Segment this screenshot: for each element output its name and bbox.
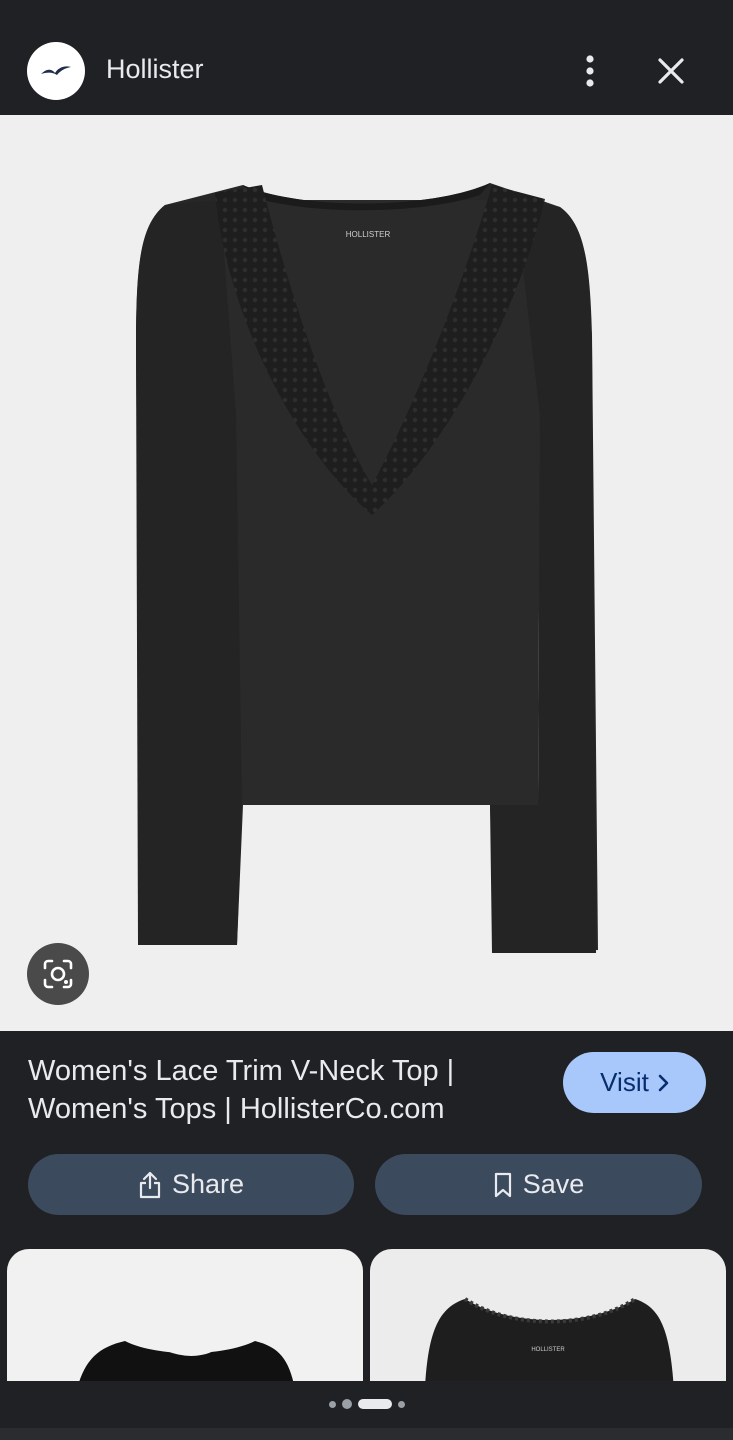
share-icon (139, 1171, 161, 1198)
related-product-image (77, 1341, 295, 1389)
chevron-right-icon (658, 1074, 669, 1091)
share-label: Share (171, 1169, 245, 1199)
google-lens-button[interactable] (27, 943, 89, 1005)
save-label: Save (522, 1169, 585, 1199)
visit-label: Visit (600, 1067, 649, 1097)
related-product-image: HOLLISTER (425, 1297, 674, 1389)
top-bar: Hollister (0, 0, 733, 115)
more-vert-icon (586, 55, 594, 87)
pager-dot-active[interactable] (357, 1399, 392, 1409)
pager-dot[interactable] (328, 1400, 336, 1408)
product-top-illustration: HOLLISTER (136, 183, 598, 953)
more-options-button[interactable] (574, 50, 606, 92)
google-lens-icon (43, 959, 73, 989)
bookmark-icon (494, 1172, 511, 1197)
result-title[interactable]: Women's Lace Trim V-Neck Top | Women's T… (28, 1052, 528, 1128)
hollister-seagull-icon (41, 66, 71, 75)
site-name: Hollister (106, 54, 204, 84)
system-gesture-bar (0, 1428, 733, 1440)
neck-label: HOLLISTER (531, 1347, 565, 1353)
product-image[interactable]: HOLLISTER (0, 115, 733, 1031)
pager-dot[interactable] (341, 1399, 352, 1409)
share-button[interactable]: Share (28, 1154, 354, 1215)
related-result-card[interactable]: HOLLISTER (370, 1249, 726, 1389)
pager-dots[interactable] (0, 1396, 733, 1412)
site-logo[interactable] (27, 42, 85, 100)
close-icon (658, 58, 684, 84)
close-button[interactable] (650, 50, 692, 92)
visit-button[interactable]: Visit (563, 1052, 706, 1113)
pager-dot[interactable] (397, 1400, 405, 1408)
neck-label: HOLLISTER (346, 230, 391, 239)
related-result-card[interactable] (7, 1249, 363, 1389)
save-button[interactable]: Save (375, 1154, 702, 1215)
